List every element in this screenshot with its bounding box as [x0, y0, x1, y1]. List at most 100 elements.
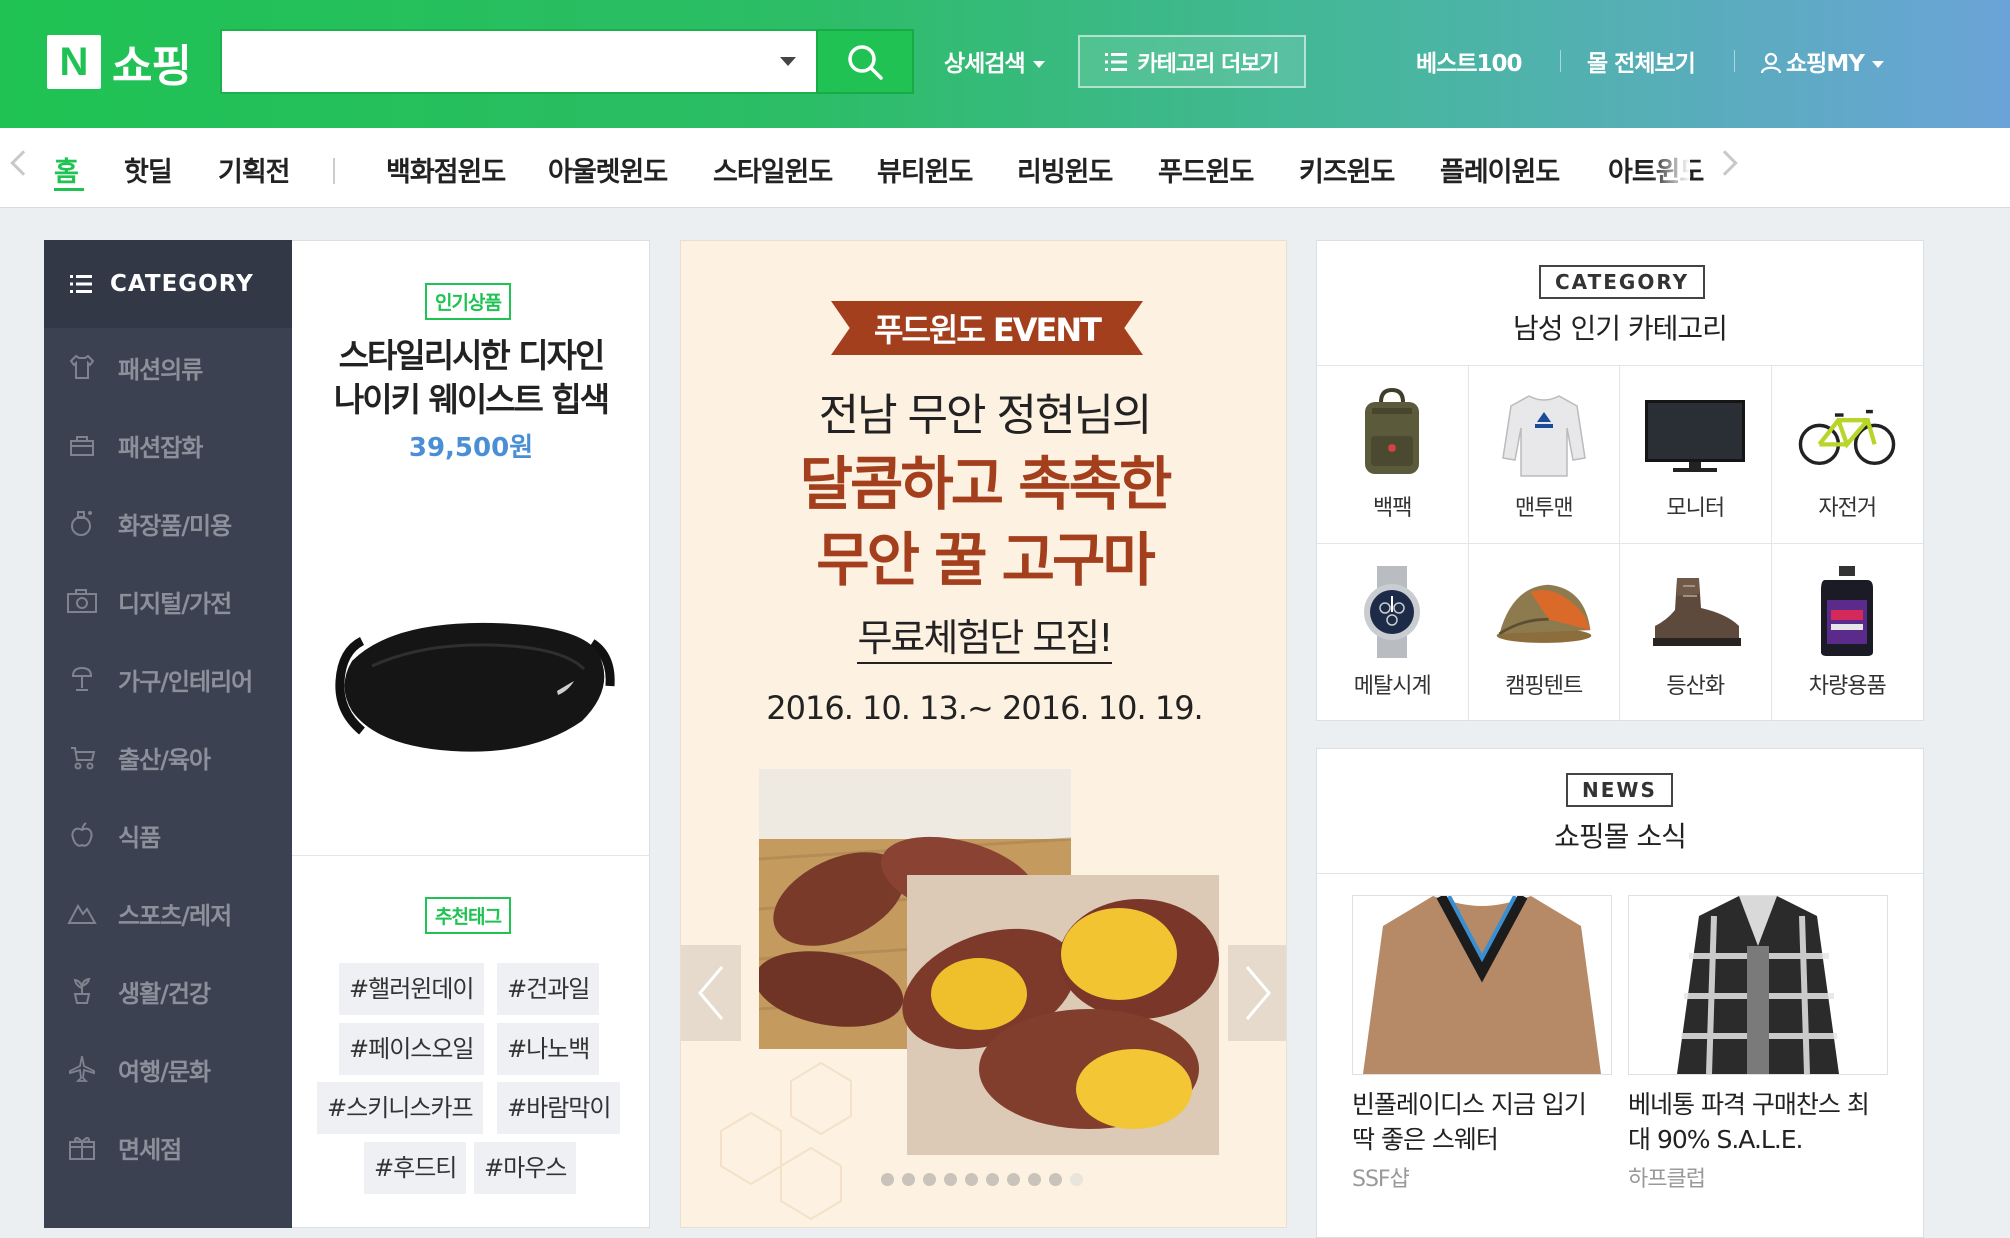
watch-icon: [1342, 564, 1442, 660]
search-button[interactable]: [816, 29, 914, 94]
nav-item-living[interactable]: 리빙윈도: [1017, 150, 1113, 189]
my-shopping-link[interactable]: 쇼핑MY: [1760, 44, 1884, 78]
category-cell-label: 자전거: [1818, 496, 1877, 522]
category-badge: CATEGORY: [1539, 265, 1706, 299]
nav-item-outlet[interactable]: 아울렛윈도: [548, 150, 668, 189]
category-more-button[interactable]: 카테고리 더보기: [1078, 35, 1306, 88]
nav-item-special[interactable]: 기획전: [218, 150, 291, 189]
nav-item-department[interactable]: 백화점윈도: [386, 150, 506, 189]
sidebar-item-food[interactable]: 식품: [44, 796, 292, 874]
carousel-dot[interactable]: [986, 1173, 999, 1186]
category-cell-watch[interactable]: 메탈시계: [1317, 543, 1469, 721]
category-cell-backpack[interactable]: 백팩: [1317, 366, 1469, 544]
tag-chip[interactable]: #나노백: [497, 1023, 600, 1075]
sidebar-item-label: 생활/건강: [118, 979, 211, 1008]
nav-prev-icon[interactable]: [10, 150, 36, 176]
carousel-dot[interactable]: [965, 1173, 978, 1186]
category-more-label: 카테고리 더보기: [1137, 51, 1279, 77]
carousel-dot[interactable]: [881, 1173, 894, 1186]
waist-bag-image[interactable]: [322, 581, 622, 781]
category-cell-car-goods[interactable]: 차량용품: [1772, 544, 1924, 722]
tag-chip[interactable]: #건과일: [497, 963, 600, 1015]
nav-divider: [333, 158, 335, 184]
bag-icon: [66, 429, 98, 461]
sidebar-item-label: 여행/문화: [118, 1057, 211, 1086]
carousel-dot[interactable]: [1028, 1173, 1041, 1186]
category-cell-monitor[interactable]: 모니터: [1620, 366, 1772, 544]
carousel-dot[interactable]: [902, 1173, 915, 1186]
sidebar-item-baby[interactable]: 출산/육아: [44, 718, 292, 796]
best100-link[interactable]: 베스트100: [1416, 44, 1522, 78]
carousel-dot[interactable]: [1007, 1173, 1020, 1186]
carousel-dot[interactable]: [923, 1173, 936, 1186]
shopping-logo-text[interactable]: 쇼핑: [112, 30, 192, 94]
sidebar-item-furniture[interactable]: 가구/인테리어: [44, 640, 292, 718]
category-cell-tent[interactable]: 캠핑텐트: [1469, 543, 1620, 721]
category-cell-sweatshirt[interactable]: 맨투맨: [1468, 366, 1620, 544]
nav-item-food[interactable]: 푸드윈도: [1158, 150, 1254, 189]
tag-chip[interactable]: #스키니스카프: [317, 1082, 483, 1134]
news-badge: NEWS: [1566, 773, 1673, 807]
sidebar-item-fashion[interactable]: 패션의류: [44, 328, 292, 406]
sidebar-item-accessories[interactable]: 패션잡화: [44, 406, 292, 484]
search-input[interactable]: [222, 31, 762, 91]
all-malls-link[interactable]: 몰 전체보기: [1587, 44, 1696, 78]
nav-item-beauty[interactable]: 뷰티윈도: [877, 150, 973, 189]
tag-chip[interactable]: #마우스: [474, 1142, 577, 1194]
news-image-coat[interactable]: [1628, 895, 1888, 1075]
event-recruit-text: 무료체험단 모집!: [681, 607, 1286, 664]
nav-active-indicator: [54, 188, 84, 191]
naver-logo[interactable]: N: [47, 35, 101, 89]
tag-chip[interactable]: #바람막이: [497, 1082, 621, 1134]
sidebar-item-dutyfree[interactable]: 면세점: [44, 1108, 292, 1186]
news-source[interactable]: 하프클럽: [1628, 1161, 1706, 1193]
category-cell-bicycle[interactable]: 자전거: [1771, 366, 1923, 544]
category-cell-label: 메탈시계: [1353, 674, 1432, 700]
sidebar-item-health[interactable]: 생활/건강: [44, 952, 292, 1030]
nav-item-kids[interactable]: 키즈윈도: [1299, 150, 1395, 189]
event-next-button[interactable]: [1228, 945, 1286, 1041]
event-prev-button[interactable]: [681, 945, 741, 1041]
news-title[interactable]: 빈폴레이디스 지금 입기 딱 좋은 스웨터: [1352, 1087, 1614, 1157]
event-banner[interactable]: 푸드윈도 EVENT 전남 무안 정현님의 달콤하고 촉촉한 무안 꿀 고구마 …: [680, 240, 1287, 1228]
sidebar-item-digital[interactable]: 디지털/가전: [44, 562, 292, 640]
carousel-dot[interactable]: [1049, 1173, 1062, 1186]
tag-chip[interactable]: #후드티: [364, 1142, 467, 1194]
search-box: [220, 29, 816, 94]
sidebar-item-label: 면세점: [118, 1135, 182, 1164]
news-title[interactable]: 베네통 파격 구매찬스 최대 90% S.A.L.E.: [1628, 1087, 1890, 1157]
sidebar-item-cosmetics[interactable]: 화장품/미용: [44, 484, 292, 562]
product-price: 39,500원: [408, 433, 534, 463]
news-source[interactable]: SSF샵: [1352, 1161, 1410, 1193]
list-icon: [1105, 52, 1128, 71]
sidebar-item-label: 가구/인테리어: [118, 667, 253, 696]
tag-chip[interactable]: #페이스오일: [339, 1023, 484, 1075]
stroller-icon: [66, 741, 98, 773]
sidebar-item-travel[interactable]: 여행/문화: [44, 1030, 292, 1108]
carousel-dot-active[interactable]: [1070, 1173, 1083, 1186]
sidebar-header[interactable]: CATEGORY: [44, 240, 292, 328]
nav-item-home[interactable]: 홈: [54, 150, 79, 189]
nav-item-play[interactable]: 플레이윈도: [1440, 150, 1560, 189]
detail-search-link[interactable]: 상세검색: [944, 44, 1045, 78]
category-sidebar: CATEGORY 패션의류 패션잡화 화장품/미용 디지털/가전 가구/인테리어…: [44, 240, 292, 1228]
mens-category-panel: CATEGORY 남성 인기 카테고리 백팩 맨투맨 모니터 자전거 메탈시계 …: [1316, 240, 1924, 721]
nav-item-hotdeal[interactable]: 핫딜: [124, 150, 173, 189]
news-image-sweater[interactable]: [1352, 895, 1612, 1075]
carousel-dots: [881, 1173, 1083, 1186]
category-cell-hiking-boot[interactable]: 등산화: [1620, 543, 1772, 721]
sidebar-item-label: 스포츠/레저: [118, 901, 232, 930]
event-recruit-label: 무료체험단 모집!: [857, 616, 1114, 664]
card-divider: [292, 855, 650, 856]
chevron-down-icon: [1871, 61, 1884, 68]
product-title[interactable]: 스타일리시한 디자인 나이키 웨이스트 힙색: [292, 334, 650, 422]
nav-item-style[interactable]: 스타일윈도: [713, 150, 833, 189]
search-dropdown-icon[interactable]: [780, 57, 796, 66]
carousel-dot[interactable]: [944, 1173, 957, 1186]
tag-chip[interactable]: #핼러윈데이: [339, 963, 484, 1015]
popular-badge: 인기상품: [425, 283, 511, 320]
popular-product-card[interactable]: 인기상품 스타일리시한 디자인 나이키 웨이스트 힙색 39,500원 추천태그…: [292, 240, 650, 1228]
nav-next-icon[interactable]: [1712, 150, 1738, 176]
tent-icon: [1494, 564, 1594, 660]
sidebar-item-sports[interactable]: 스포츠/레저: [44, 874, 292, 952]
